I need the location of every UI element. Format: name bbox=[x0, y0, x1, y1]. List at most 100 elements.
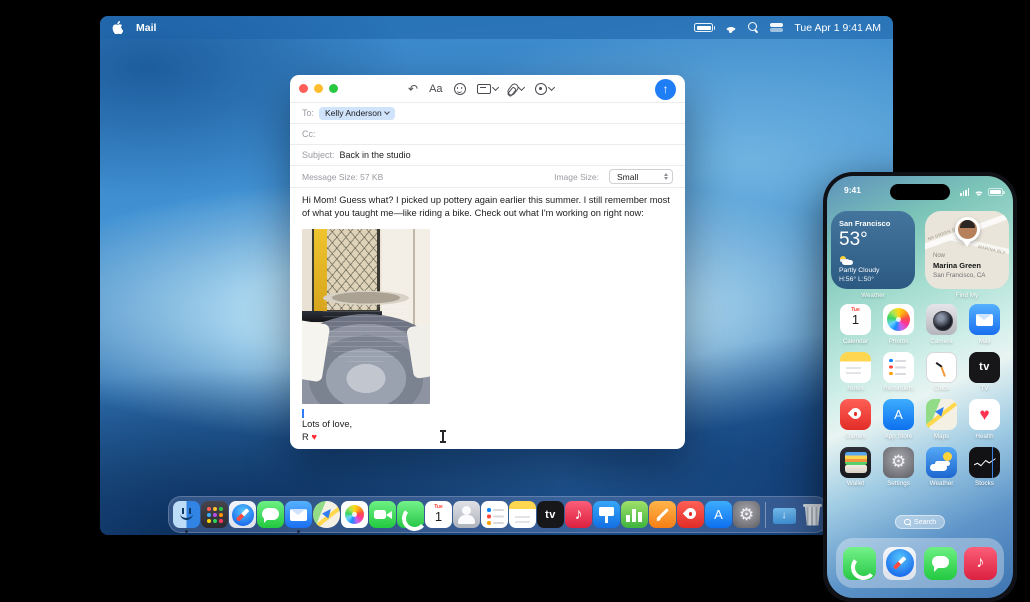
image-size-value: Small bbox=[617, 171, 639, 182]
launchpad-dock-icon[interactable] bbox=[201, 501, 228, 528]
map-pin-pointer bbox=[963, 241, 971, 247]
close-button[interactable] bbox=[299, 84, 308, 93]
calendar-app-icon[interactable]: Tue 1 bbox=[840, 304, 871, 335]
format-button[interactable]: Aa bbox=[429, 83, 442, 95]
send-button[interactable] bbox=[655, 78, 676, 100]
games-dock-icon[interactable] bbox=[677, 501, 704, 528]
camera-app-icon[interactable] bbox=[926, 304, 957, 335]
tv-app-icon[interactable]: tv bbox=[969, 351, 1000, 383]
partly-cloudy-icon bbox=[839, 256, 853, 265]
image-size-select[interactable]: Small bbox=[609, 169, 673, 184]
keynote-dock-icon[interactable] bbox=[593, 501, 620, 528]
notes-dock-icon[interactable] bbox=[509, 501, 536, 528]
iphone-app-wallet[interactable]: Wallet bbox=[835, 446, 877, 487]
minimize-button[interactable] bbox=[314, 84, 323, 93]
text-caret bbox=[302, 409, 304, 419]
mail-dock-icon[interactable] bbox=[285, 501, 312, 533]
iphone-app-reminders[interactable]: Reminders bbox=[878, 351, 920, 392]
undo-icon[interactable] bbox=[408, 82, 418, 96]
phone-iphone-dock-icon[interactable] bbox=[843, 546, 877, 580]
tv-dock-icon[interactable]: tv bbox=[537, 501, 564, 528]
photos-app-icon[interactable] bbox=[883, 304, 914, 335]
stocks-app-icon[interactable] bbox=[969, 446, 1000, 478]
iphone-app-stocks[interactable]: Stocks bbox=[964, 446, 1006, 487]
finder-dock-icon[interactable] bbox=[173, 501, 200, 533]
settings-app-icon[interactable] bbox=[883, 446, 914, 478]
emoji-icon[interactable] bbox=[453, 83, 466, 95]
safari-dock-icon[interactable] bbox=[229, 501, 256, 528]
iphone-clock: 9:41 bbox=[844, 185, 862, 195]
appstore-dock-icon[interactable]: A bbox=[705, 501, 732, 528]
wifi-icon bbox=[973, 188, 984, 196]
phone-dock-icon[interactable] bbox=[397, 501, 424, 528]
music-iphone-dock-icon[interactable] bbox=[963, 546, 997, 580]
dock: Tue1 tv A bbox=[168, 496, 828, 533]
facetime-dock-icon[interactable] bbox=[369, 501, 396, 528]
weather-widget[interactable]: San Francisco 53° Partly Cloudy H:56° L:… bbox=[831, 211, 915, 289]
wallet-app-icon[interactable] bbox=[840, 446, 871, 478]
iphone-app-photos[interactable]: Photos bbox=[878, 304, 920, 345]
messages-dock-icon[interactable] bbox=[257, 501, 284, 528]
recipient-token[interactable]: Kelly Anderson bbox=[319, 106, 395, 120]
iphone-app-maps[interactable]: Maps bbox=[921, 399, 963, 440]
iphone-app-calendar[interactable]: Tue 1 Calendar bbox=[835, 304, 877, 345]
battery-icon[interactable] bbox=[694, 23, 716, 32]
iphone-app-camera[interactable]: Camera bbox=[921, 304, 963, 345]
attached-pottery-photo[interactable] bbox=[302, 229, 430, 405]
search-pill[interactable]: Search bbox=[894, 515, 946, 529]
iphone-app-notes[interactable]: Notes bbox=[835, 351, 877, 392]
to-label: To: bbox=[302, 108, 315, 118]
trash-dock-icon[interactable] bbox=[799, 501, 826, 528]
iphone-app-appstore[interactable]: A App Store bbox=[878, 399, 920, 440]
apple-menu-icon[interactable] bbox=[112, 21, 123, 34]
zoom-button[interactable] bbox=[329, 84, 338, 93]
menu-bar-clock[interactable]: Tue Apr 1 9:41 AM bbox=[794, 22, 881, 34]
clock-app-icon[interactable] bbox=[926, 351, 957, 383]
downloads-dock-icon[interactable] bbox=[771, 501, 798, 528]
games-app-icon[interactable] bbox=[840, 399, 871, 430]
reminders-app-icon[interactable] bbox=[883, 351, 914, 383]
iphone-app-health[interactable]: Health bbox=[964, 399, 1006, 440]
spotlight-search-icon[interactable] bbox=[748, 22, 759, 33]
control-center-icon[interactable] bbox=[770, 23, 784, 32]
settings-dock-icon[interactable] bbox=[733, 501, 760, 528]
header-fields-button[interactable] bbox=[476, 83, 499, 94]
iphone-app-tv[interactable]: tv TV bbox=[964, 351, 1006, 392]
iphone-app-weatherapp[interactable]: Weather bbox=[921, 446, 963, 487]
window-titlebar[interactable]: Aa bbox=[290, 75, 685, 103]
message-size-label: Message Size: 57 KB bbox=[302, 171, 384, 182]
dock-divider bbox=[765, 501, 766, 528]
to-field[interactable]: To: Kelly Anderson bbox=[290, 103, 685, 124]
appstore-app-icon[interactable]: A bbox=[883, 399, 914, 430]
subject-field[interactable]: Subject: Back in the studio bbox=[290, 145, 685, 166]
music-dock-icon[interactable] bbox=[565, 501, 592, 528]
safari-iphone-dock-icon[interactable] bbox=[883, 546, 917, 580]
maps-app-icon[interactable] bbox=[926, 399, 957, 430]
iphone-app-games[interactable]: Games bbox=[835, 399, 877, 440]
menu-bar: Mail Tue Apr 1 9:41 AM bbox=[100, 16, 893, 39]
wifi-icon[interactable] bbox=[724, 23, 738, 33]
mail-app-icon[interactable] bbox=[969, 304, 1000, 335]
cc-field[interactable]: Cc: bbox=[290, 124, 685, 145]
calendar-dock-icon[interactable]: Tue 1 bbox=[425, 501, 452, 528]
insert-photo-button[interactable] bbox=[534, 83, 555, 95]
message-body[interactable]: Hi Mom! Guess what? I picked up pottery … bbox=[290, 188, 685, 444]
numbers-dock-icon[interactable] bbox=[621, 501, 648, 528]
messages-iphone-dock-icon[interactable] bbox=[923, 546, 957, 580]
health-app-icon[interactable] bbox=[969, 399, 1000, 430]
attach-button[interactable] bbox=[505, 81, 525, 97]
iphone-app-clock[interactable]: Clock bbox=[921, 351, 963, 392]
app-label: Weather bbox=[929, 480, 954, 487]
chevron-down-icon bbox=[491, 83, 499, 92]
maps-dock-icon[interactable] bbox=[313, 501, 340, 528]
pages-dock-icon[interactable] bbox=[649, 501, 676, 528]
iphone-app-mail[interactable]: Mail bbox=[964, 304, 1006, 345]
notes-app-icon[interactable] bbox=[840, 351, 871, 383]
menu-app-name[interactable]: Mail bbox=[136, 22, 156, 34]
photos-dock-icon[interactable] bbox=[341, 501, 368, 528]
weatherapp-app-icon[interactable] bbox=[926, 446, 957, 478]
iphone-app-settings[interactable]: Settings bbox=[878, 446, 920, 487]
find-my-widget[interactable]: NA GREEN DR MARINA BLV Now Marina Green … bbox=[925, 211, 1009, 289]
contacts-dock-icon[interactable] bbox=[453, 501, 480, 528]
reminders-dock-icon[interactable] bbox=[481, 501, 508, 528]
